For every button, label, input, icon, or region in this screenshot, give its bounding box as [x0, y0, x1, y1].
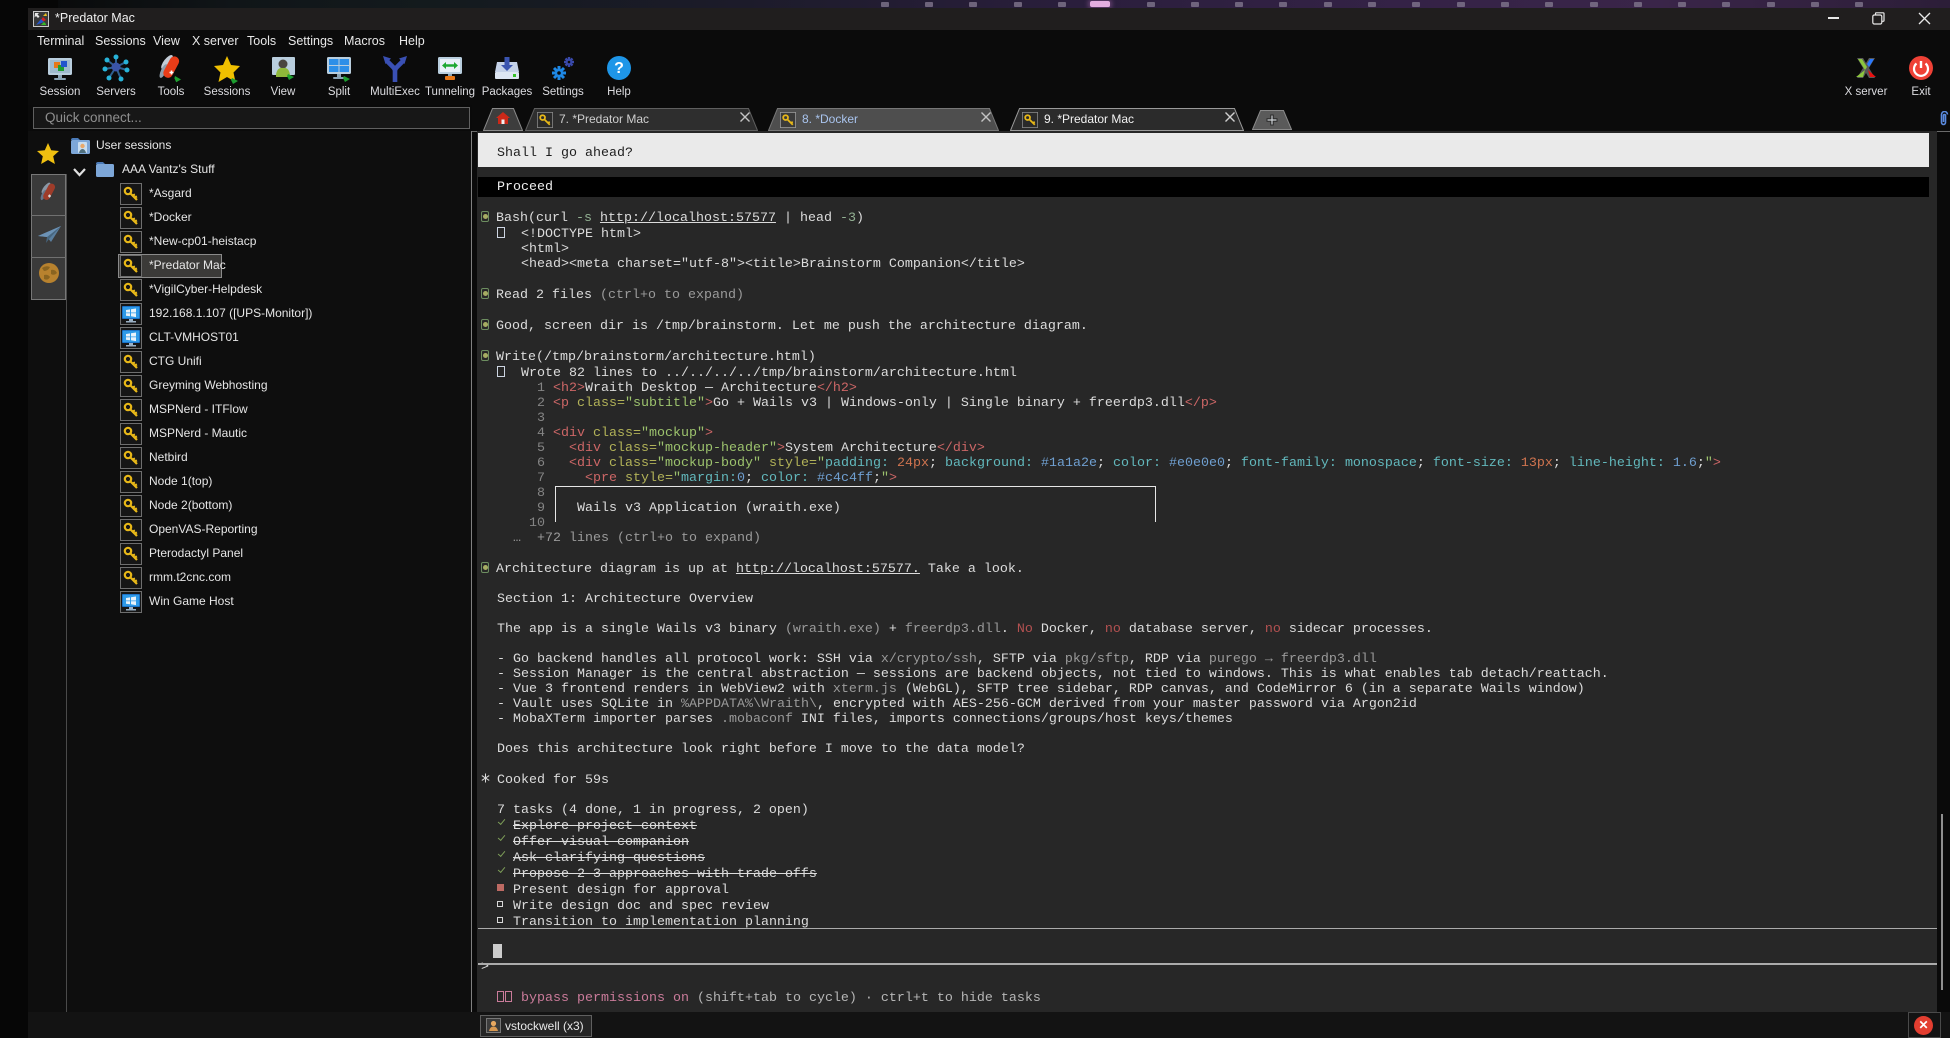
svg-text:?: ? [614, 60, 624, 77]
